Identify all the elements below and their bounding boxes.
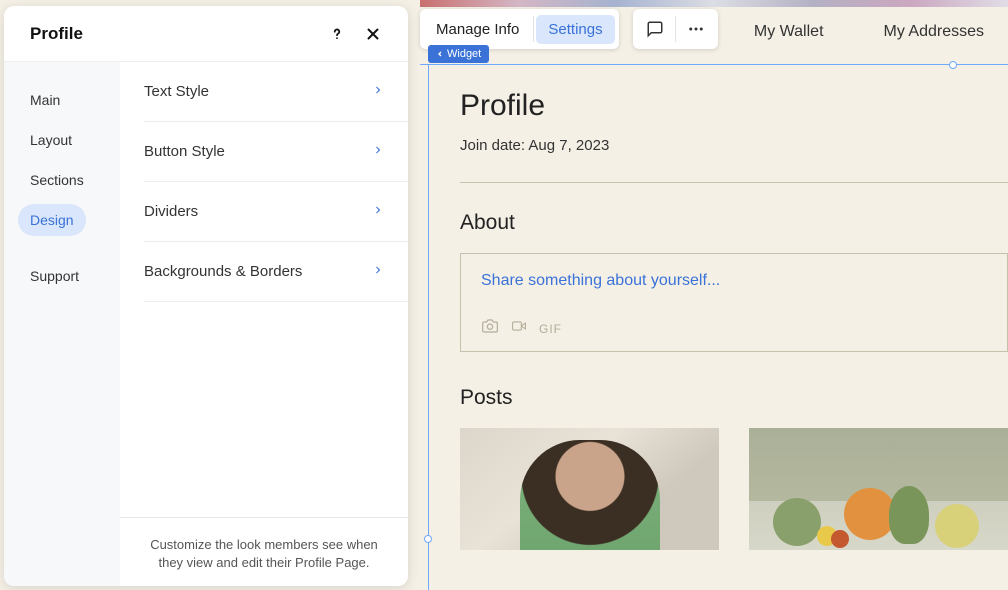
chevron-right-icon: [372, 203, 384, 221]
design-row-label: Dividers: [144, 203, 198, 220]
widget-toolbar: Manage Info Settings: [420, 9, 718, 49]
design-row-label: Backgrounds & Borders: [144, 263, 302, 280]
sidebar-item-main[interactable]: Main: [18, 84, 72, 116]
panel-body: Main Layout Sections Design Support Text…: [4, 62, 408, 586]
posts-heading: Posts: [460, 386, 1008, 410]
design-row-label: Button Style: [144, 143, 225, 160]
more-icon[interactable]: [678, 11, 714, 47]
resize-handle-left[interactable]: [424, 535, 432, 543]
widget-badge-label: Widget: [447, 48, 481, 60]
settings-button[interactable]: Settings: [536, 15, 614, 44]
about-heading: About: [460, 211, 1008, 235]
profile-tabs: My Wallet My Addresses: [754, 23, 1008, 41]
toolbar-main-group: Manage Info Settings: [420, 9, 619, 49]
video-icon[interactable]: [509, 319, 529, 338]
gif-button[interactable]: GIF: [539, 322, 562, 336]
chevron-right-icon: [372, 263, 384, 281]
design-row-text-style[interactable]: Text Style: [144, 62, 408, 122]
close-icon[interactable]: [364, 25, 382, 43]
manage-info-button[interactable]: Manage Info: [424, 15, 531, 44]
about-input-box[interactable]: Share something about yourself... GIF: [460, 253, 1008, 352]
design-list: Text Style Button Style Dividers Backgro…: [120, 62, 408, 517]
frame-left-line: [428, 65, 429, 590]
tab-my-wallet[interactable]: My Wallet: [754, 23, 824, 41]
toolbar-separator: [533, 16, 534, 42]
sidebar-item-layout[interactable]: Layout: [18, 124, 84, 156]
about-media-icons: GIF: [481, 318, 987, 339]
post-image-portrait: [460, 428, 719, 550]
design-row-backgrounds-borders[interactable]: Backgrounds & Borders: [144, 242, 408, 302]
panel-sidebar: Main Layout Sections Design Support: [4, 62, 120, 586]
posts-row: [460, 428, 1008, 550]
panel-footer-text: Customize the look members see when they…: [120, 517, 408, 586]
camera-icon[interactable]: [481, 318, 499, 339]
profile-divider: [460, 182, 1008, 183]
design-row-dividers[interactable]: Dividers: [144, 182, 408, 242]
profile-widget-content: Profile Join date: Aug 7, 2023 About Sha…: [460, 89, 1008, 590]
chevron-right-icon: [372, 83, 384, 101]
resize-handle-top[interactable]: [949, 61, 957, 69]
chat-icon[interactable]: [637, 11, 673, 47]
sidebar-item-design[interactable]: Design: [18, 204, 86, 236]
post-image-stilllife: [749, 428, 1008, 550]
design-row-button-style[interactable]: Button Style: [144, 122, 408, 182]
chevron-right-icon: [372, 143, 384, 161]
sidebar-item-sections[interactable]: Sections: [18, 164, 96, 196]
post-card-2[interactable]: [749, 428, 1008, 550]
panel-header: Profile: [4, 6, 408, 62]
top-iridescent-strip: [420, 0, 1008, 7]
toolbar-icon-group: [633, 9, 718, 49]
widget-badge[interactable]: Widget: [428, 45, 489, 63]
profile-join-date: Join date: Aug 7, 2023: [460, 137, 1008, 154]
chevron-left-icon: [436, 50, 444, 58]
toolbar-separator: [675, 16, 676, 42]
selected-widget-frame: Widget Profile Join date: Aug 7, 2023 Ab…: [420, 64, 1008, 590]
post-card-1[interactable]: [460, 428, 719, 550]
panel-title: Profile: [30, 24, 83, 44]
panel-content: Text Style Button Style Dividers Backgro…: [120, 62, 408, 586]
sidebar-item-support[interactable]: Support: [18, 260, 91, 292]
profile-heading: Profile: [460, 89, 1008, 123]
about-placeholder: Share something about yourself...: [481, 272, 987, 290]
help-icon[interactable]: [328, 25, 346, 43]
design-row-label: Text Style: [144, 83, 209, 100]
settings-panel: Profile Main Layout Sections Design Supp…: [4, 6, 408, 586]
tab-my-addresses[interactable]: My Addresses: [884, 23, 984, 41]
